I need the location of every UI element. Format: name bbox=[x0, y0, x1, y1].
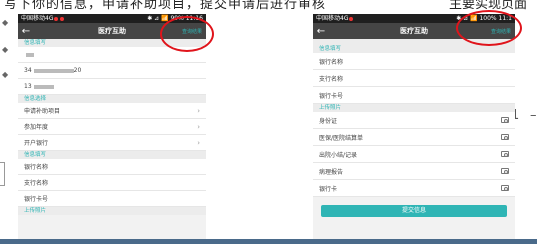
phone-field[interactable]: 13 bbox=[18, 79, 206, 95]
row-label: 银行名称 bbox=[24, 164, 49, 171]
section-header-info-select: 信息选择 bbox=[18, 95, 206, 103]
upload-insurance-settlement[interactable]: 医保/医院结算单 bbox=[313, 129, 515, 146]
section-header-upload: 上传照片 bbox=[313, 104, 515, 112]
bank-name-field[interactable]: 银行名称 bbox=[313, 53, 515, 70]
document-top-line: 写下你的信息，申请补助项目，提交申请后进行审核 主要实现页面 bbox=[0, 0, 537, 10]
chevron-right-icon: › bbox=[197, 138, 200, 147]
camera-icon[interactable] bbox=[501, 134, 509, 140]
document-text-right: 主要实现页面 bbox=[448, 0, 527, 10]
field-value-prefix: 34 bbox=[24, 67, 32, 74]
camera-icon[interactable] bbox=[501, 151, 509, 157]
masked-value bbox=[33, 84, 54, 89]
notification-icon bbox=[54, 16, 59, 21]
carrier-label: 中国移动4G bbox=[316, 15, 349, 22]
back-arrow-icon[interactable]: ← bbox=[313, 26, 329, 37]
upload-bank-card[interactable]: 银行卡 bbox=[313, 180, 515, 197]
branch-name-field[interactable]: 支行名称 bbox=[18, 175, 206, 191]
branch-name-field[interactable]: 支行名称 bbox=[313, 70, 515, 87]
row-label: 开户银行 bbox=[24, 140, 49, 147]
section-header-info-fill-2: 信息填写 bbox=[18, 151, 206, 159]
notification-icon bbox=[349, 16, 354, 21]
row-label: 病理报告 bbox=[319, 168, 344, 176]
field-value-prefix: 13 bbox=[24, 83, 32, 90]
annotation-circle bbox=[456, 10, 522, 46]
list-bullet: ◆ bbox=[2, 70, 9, 79]
upload-pathology-report[interactable]: 病理报告 bbox=[313, 163, 515, 180]
section-header-info-fill: 信息填写 bbox=[313, 45, 515, 53]
page-dash: – bbox=[530, 108, 537, 123]
id-number-field[interactable]: 34 20 bbox=[18, 63, 206, 79]
row-label: 支行名称 bbox=[24, 180, 49, 187]
camera-icon[interactable] bbox=[501, 168, 509, 174]
card-number-field[interactable]: 银行卡号 bbox=[18, 191, 206, 207]
annotation-circle bbox=[160, 16, 214, 52]
masked-value bbox=[33, 68, 74, 73]
camera-icon[interactable] bbox=[501, 185, 509, 191]
bottom-bar bbox=[0, 239, 537, 244]
masked-value bbox=[26, 52, 34, 57]
row-label: 医保/医院结算单 bbox=[319, 134, 364, 142]
row-label: 参加年度 bbox=[24, 124, 49, 131]
row-label: 出院小结/记录 bbox=[319, 151, 358, 159]
list-bullet: ◆ bbox=[2, 18, 9, 27]
row-label: 银行卡号 bbox=[24, 196, 49, 203]
select-year[interactable]: 参加年度 › bbox=[18, 119, 206, 135]
carrier-label: 中国移动4G bbox=[21, 15, 54, 22]
bank-name-field[interactable]: 银行名称 bbox=[18, 159, 206, 175]
document-text: 写下你的信息，申请补助项目，提交申请后进行审核 bbox=[4, 0, 327, 10]
right-phone-screenshot: 中国移动4G ✱ ⊿ 📶 100% 11:1 ← 医疗互助 查询结果 信息填写 … bbox=[313, 14, 515, 240]
document-bracket bbox=[0, 162, 5, 186]
row-label: 银行名称 bbox=[319, 58, 344, 66]
camera-icon[interactable] bbox=[501, 117, 509, 123]
field-value-suffix: 20 bbox=[73, 67, 82, 74]
list-bullet: ◆ bbox=[2, 45, 9, 54]
notification-icon bbox=[60, 16, 65, 21]
row-label: 银行卡号 bbox=[319, 92, 344, 100]
row-label: 支行名称 bbox=[319, 75, 344, 83]
select-subsidy-project[interactable]: 申请补助项目 › bbox=[18, 103, 206, 119]
back-arrow-icon[interactable]: ← bbox=[18, 26, 34, 37]
upload-discharge-summary[interactable]: 出院小结/记录 bbox=[313, 146, 515, 163]
submit-button[interactable]: 提交信息 bbox=[321, 205, 507, 217]
chevron-right-icon: › bbox=[197, 122, 200, 131]
card-number-field[interactable]: 银行卡号 bbox=[313, 87, 515, 104]
row-label: 申请补助项目 bbox=[24, 108, 61, 115]
chevron-right-icon: › bbox=[197, 106, 200, 115]
row-label: 银行卡 bbox=[319, 185, 338, 193]
section-header-upload: 上传照片 bbox=[18, 207, 206, 215]
upload-id-card[interactable]: 身份证 bbox=[313, 112, 515, 129]
row-label: 身份证 bbox=[319, 117, 338, 125]
select-bank[interactable]: 开户银行 › bbox=[18, 135, 206, 151]
